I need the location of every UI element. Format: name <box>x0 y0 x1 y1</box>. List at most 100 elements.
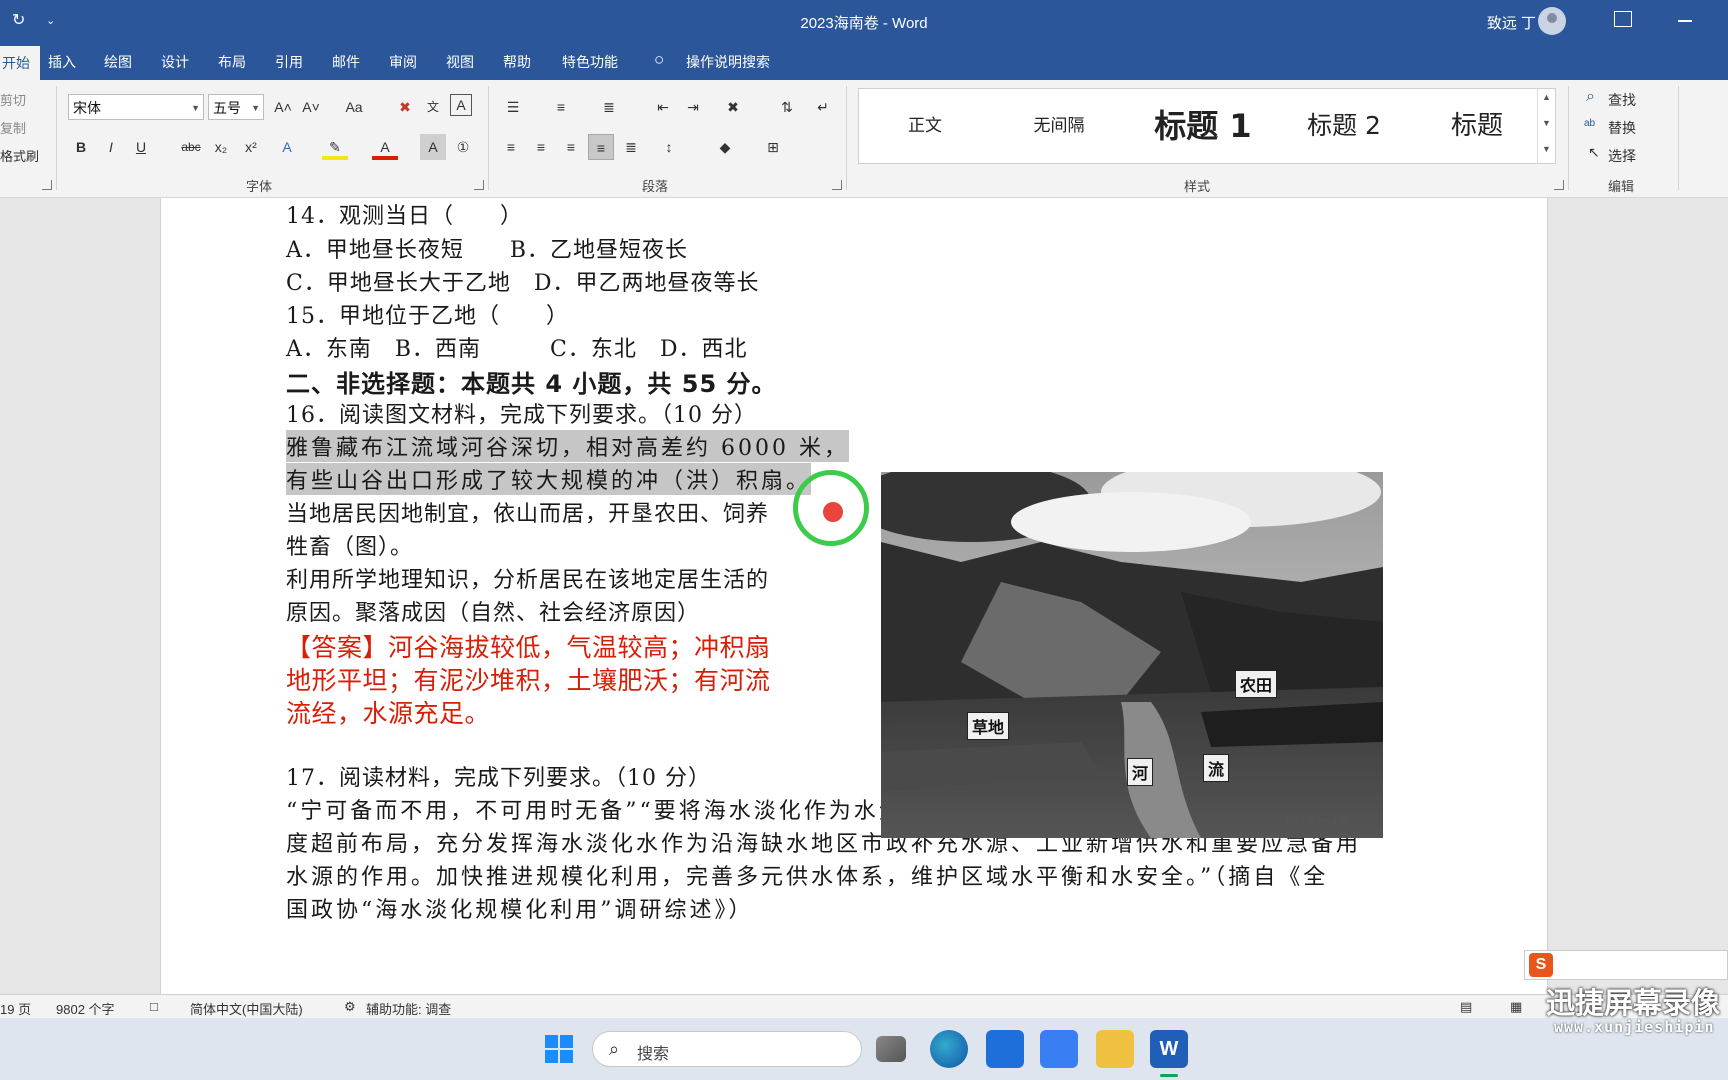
chevron-up-icon[interactable]: ▲ <box>1542 92 1551 102</box>
accessibility-status[interactable]: 辅助功能: 调查 <box>366 999 451 1018</box>
document-line[interactable]: 水源的作用。加快推进规模化利用，完善多元供水体系，维护区域水平衡和水安全。”（摘… <box>286 859 1328 891</box>
task-view-icon[interactable] <box>876 1036 906 1062</box>
read-mode-icon[interactable]: ▤ <box>1460 999 1472 1015</box>
tab-mailings[interactable]: 邮件 <box>332 52 360 72</box>
style-heading-1[interactable]: 标题 1 <box>1133 89 1273 163</box>
subscript-button[interactable]: x₂ <box>208 134 234 160</box>
align-right-icon[interactable]: ≡ <box>558 134 584 160</box>
tab-layout[interactable]: 布局 <box>218 52 246 72</box>
tab-review[interactable]: 审阅 <box>389 52 417 72</box>
ribbon-display-icon[interactable] <box>1614 11 1632 27</box>
borders-icon[interactable]: ⊞ <box>760 134 786 160</box>
document-line[interactable]: 牲畜（图）。 <box>286 529 413 561</box>
browser-icon[interactable] <box>930 1030 968 1068</box>
grow-font-icon[interactable]: A˄ <box>270 94 296 120</box>
tab-insert[interactable]: 插入 <box>48 52 76 72</box>
meeting-icon[interactable] <box>986 1030 1024 1068</box>
document-line[interactable]: 17．阅读材料，完成下列要求。（10 分） <box>286 760 711 792</box>
justify-icon[interactable]: ≡ <box>588 134 614 160</box>
replace-button[interactable]: 替换 <box>1608 118 1636 138</box>
document-line[interactable]: 雅鲁藏布江流域河谷深切，相对高差约 6000 米， <box>286 430 849 462</box>
language-status[interactable]: 简体中文(中国大陆) <box>190 999 303 1018</box>
line-spacing-icon[interactable]: ↕ <box>656 134 682 160</box>
proofing-icon[interactable]: □ <box>150 999 158 1014</box>
document-line[interactable]: 14．观测当日（ ） <box>286 198 523 230</box>
document-line[interactable]: 地形平坦；有泥沙堆积，土壤肥沃；有河流 <box>286 661 771 697</box>
font-name-combo[interactable]: 宋体 ▼ <box>68 94 204 120</box>
shading-icon[interactable]: ◆ <box>712 134 738 160</box>
change-case-button[interactable]: Aa <box>336 94 372 120</box>
clipboard-launcher-icon[interactable] <box>42 180 52 190</box>
document-line[interactable]: 二、非选择题：本题共 4 小题，共 55 分。 <box>286 364 777 399</box>
minimize-icon[interactable] <box>1678 20 1692 22</box>
tab-design[interactable]: 设计 <box>161 52 189 72</box>
document-line[interactable]: 流经，水源充足。 <box>286 694 490 730</box>
increase-indent-icon[interactable]: ⇥ <box>680 94 706 120</box>
avatar[interactable] <box>1538 7 1566 35</box>
styles-scrollbar[interactable]: ▲ ▼ ▼ <box>1537 88 1555 164</box>
file-explorer-icon[interactable] <box>1096 1030 1134 1068</box>
document-line[interactable]: A．东南 B．西南 C．东北 D．西北 <box>286 331 748 363</box>
document-line[interactable]: 原因。聚落成因（自然、社会经济原因） <box>286 595 700 627</box>
windows-start-icon[interactable] <box>540 1030 578 1068</box>
document-line[interactable]: 国政协“海水淡化规模化利用”调研综述》） <box>286 892 754 924</box>
character-border-icon[interactable]: A <box>450 94 472 116</box>
highlight-color-icon[interactable]: ✎ <box>322 134 348 160</box>
document-line[interactable]: A．甲地昼长夜短 B．乙地昼短夜长 <box>286 232 688 264</box>
character-shading-icon[interactable]: A <box>420 134 446 160</box>
document-line[interactable]: C．甲地昼长大于乙地 D．甲乙两地昼夜等长 <box>286 265 759 297</box>
taskbar-search[interactable]: ⌕ 搜索 <box>592 1031 862 1067</box>
font-size-combo[interactable]: 五号 ▼ <box>208 94 264 120</box>
tab-special[interactable]: 特色功能 <box>562 52 618 72</box>
tell-me-search[interactable]: 操作说明搜索 <box>686 52 770 72</box>
underline-button[interactable]: U <box>128 134 154 160</box>
feishu-icon[interactable] <box>1040 1030 1078 1068</box>
bold-button[interactable]: B <box>68 134 94 160</box>
chinese-layout-icon[interactable]: ✖ <box>720 94 746 120</box>
font-launcher-icon[interactable] <box>474 180 484 190</box>
print-layout-icon[interactable]: ▦ <box>1510 999 1522 1015</box>
align-left-icon[interactable]: ≡ <box>498 134 524 160</box>
phonetic-guide-icon[interactable]: 文 <box>420 94 446 120</box>
document-line[interactable]: 利用所学地理知识，分析居民在该地定居生活的 <box>286 562 769 594</box>
italic-button[interactable]: I <box>98 134 124 160</box>
font-color-icon[interactable]: A <box>372 134 398 160</box>
more-icon[interactable]: ▼ <box>1542 144 1551 154</box>
document-line[interactable]: 当地居民因地制宜，依山而居，开垦农田、饲养 <box>286 496 769 528</box>
document-page[interactable]: 14．观测当日（ ） A．甲地昼长夜短 B．乙地昼短夜长 C．甲地昼长大于乙地 D．… <box>160 198 1548 994</box>
bullets-icon[interactable]: ☰ <box>500 94 526 120</box>
align-center-icon[interactable]: ≡ <box>528 134 554 160</box>
strikethrough-button[interactable]: abc <box>178 134 204 160</box>
tab-help[interactable]: 帮助 <box>503 52 531 72</box>
document-line[interactable]: 有些山谷出口形成了较大规模的冲（洪）积扇。 <box>286 463 812 495</box>
tab-view[interactable]: 视图 <box>446 52 474 72</box>
word-count[interactable]: 9802 个字 <box>56 999 115 1018</box>
tab-home[interactable]: 开始 <box>0 46 40 80</box>
style-title[interactable]: 标题 <box>1415 89 1539 163</box>
document-line[interactable]: 【答案】河谷海拔较低，气温较高；冲积扇 <box>286 628 771 664</box>
sort-icon[interactable]: ⇅ <box>774 94 800 120</box>
document-line[interactable]: 16．阅读图文材料，完成下列要求。（10 分） <box>286 397 757 429</box>
multilevel-list-icon[interactable]: ≣ <box>596 94 622 120</box>
styles-launcher-icon[interactable] <box>1554 180 1564 190</box>
format-painter-button[interactable]: 格式刷 <box>0 146 39 165</box>
style-no-spacing[interactable]: 无间隔 <box>999 89 1119 163</box>
text-effects-icon[interactable]: A <box>274 134 300 160</box>
style-normal[interactable]: 正文 <box>865 89 985 163</box>
style-heading-2[interactable]: 标题 2 <box>1279 89 1409 163</box>
ime-toolbar[interactable]: S <box>1524 950 1728 980</box>
distributed-icon[interactable]: ≣ <box>618 134 644 160</box>
shrink-font-icon[interactable]: A˅ <box>298 94 324 120</box>
paragraph-launcher-icon[interactable] <box>832 180 842 190</box>
find-button[interactable]: 查找 <box>1608 90 1636 110</box>
numbering-icon[interactable]: ≡ <box>548 94 574 120</box>
user-name[interactable]: 致远 丁 <box>1487 12 1536 33</box>
copy-button[interactable]: 复制 <box>0 118 26 137</box>
tab-draw[interactable]: 绘图 <box>104 52 132 72</box>
decrease-indent-icon[interactable]: ⇤ <box>650 94 676 120</box>
show-marks-icon[interactable]: ↵ <box>810 94 836 120</box>
document-area[interactable]: 14．观测当日（ ） A．甲地昼长夜短 B．乙地昼短夜长 C．甲地昼长大于乙地 D．… <box>0 198 1728 994</box>
clear-formatting-icon[interactable]: ✖ <box>392 94 418 120</box>
cut-button[interactable]: 剪切 <box>0 90 26 109</box>
superscript-button[interactable]: x² <box>238 134 264 160</box>
